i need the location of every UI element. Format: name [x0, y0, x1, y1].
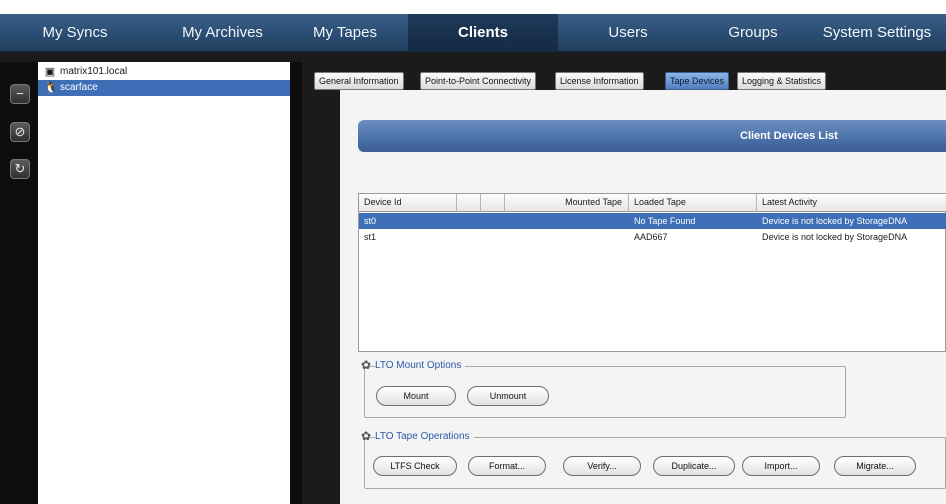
- nav-divider: [0, 52, 946, 62]
- top-strip: [0, 0, 946, 14]
- table-row[interactable]: st0 No Tape Found Device is not locked b…: [359, 213, 946, 229]
- nav-my-syncs[interactable]: My Syncs: [0, 14, 150, 52]
- device-table: Device Id Mounted Tape Loaded Tape Lates…: [358, 193, 946, 352]
- tree-item-label: scarface: [60, 82, 98, 93]
- tab-logging-statistics[interactable]: Logging & Statistics: [737, 72, 827, 90]
- col-mounted-tape[interactable]: Mounted Tape: [505, 194, 629, 211]
- lto-mount-options-legend: LTO Mount Options: [375, 359, 466, 373]
- cell-device-id: st1: [364, 232, 377, 242]
- nav-users[interactable]: Users: [558, 14, 698, 52]
- cell-latest-activity: Device is not locked by StorageDNA: [762, 232, 908, 242]
- col-blank-2[interactable]: [481, 194, 505, 211]
- table-header: Device Id Mounted Tape Loaded Tape Lates…: [359, 194, 946, 212]
- nav-clients[interactable]: Clients: [408, 14, 558, 52]
- col-latest-activity[interactable]: Latest Activity: [757, 194, 946, 211]
- cell-loaded-tape: AAD667: [634, 232, 668, 242]
- tab-point-to-point[interactable]: Point-to-Point Connectivity: [420, 72, 537, 90]
- verify-button[interactable]: Verify...: [563, 456, 641, 476]
- disable-icon[interactable]: ⊘: [10, 122, 30, 142]
- format-button[interactable]: Format...: [468, 456, 546, 476]
- nav-my-tapes[interactable]: My Tapes: [295, 14, 395, 52]
- migrate-button[interactable]: Migrate...: [834, 456, 916, 476]
- tree-item-label: matrix101.local: [60, 66, 128, 77]
- main-nav: My Syncs My Archives My Tapes Clients Us…: [0, 14, 946, 52]
- tab-tape-devices[interactable]: Tape Devices: [665, 72, 730, 90]
- import-button[interactable]: Import...: [742, 456, 820, 476]
- refresh-icon[interactable]: ↻: [10, 159, 30, 179]
- panel-title: Client Devices List: [740, 130, 838, 142]
- table-row[interactable]: st1 AAD667 Device is not locked by Stora…: [359, 229, 946, 245]
- nav-my-archives[interactable]: My Archives: [150, 14, 295, 52]
- ltfs-check-button[interactable]: LTFS Check: [373, 456, 457, 476]
- cell-loaded-tape: No Tape Found: [634, 216, 696, 226]
- duplicate-button[interactable]: Duplicate...: [653, 456, 735, 476]
- mac-client-icon: ▣: [44, 66, 56, 78]
- lto-tape-operations-legend: LTO Tape Operations: [375, 430, 474, 444]
- cell-device-id: st0: [364, 216, 377, 226]
- linux-client-icon: 🐧: [44, 82, 58, 94]
- tab-license-information[interactable]: License Information: [555, 72, 644, 90]
- client-devices-list-header: Client Devices List: [358, 120, 946, 152]
- unmount-button[interactable]: Unmount: [467, 386, 549, 406]
- tree-item-scarface[interactable]: 🐧 scarface: [38, 80, 290, 96]
- client-tree: ▣ matrix101.local 🐧 scarface: [38, 62, 290, 504]
- gear-icon: ✿: [360, 429, 372, 443]
- tree-item-matrix101[interactable]: ▣ matrix101.local: [38, 64, 290, 80]
- col-loaded-tape[interactable]: Loaded Tape: [629, 194, 757, 211]
- col-blank-1[interactable]: [457, 194, 481, 211]
- col-device-id[interactable]: Device Id: [359, 194, 457, 211]
- nav-system-settings[interactable]: System Settings: [808, 14, 946, 52]
- gear-icon: ✿: [360, 358, 372, 372]
- nav-groups[interactable]: Groups: [698, 14, 808, 52]
- cell-latest-activity: Device is not locked by StorageDNA: [762, 216, 908, 226]
- mount-button[interactable]: Mount: [376, 386, 456, 406]
- tab-general-information[interactable]: General Information: [314, 72, 404, 90]
- remove-icon[interactable]: −: [10, 84, 30, 104]
